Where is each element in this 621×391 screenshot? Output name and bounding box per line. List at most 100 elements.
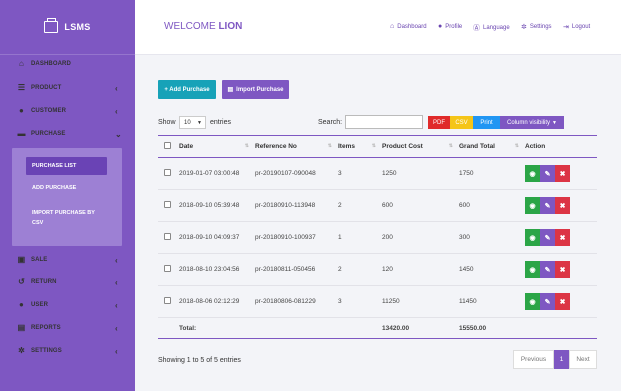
- sidebar-item-user[interactable]: ● USER ‹: [0, 295, 135, 315]
- delete-button[interactable]: ✖: [555, 197, 570, 214]
- view-button[interactable]: ◉: [525, 229, 540, 246]
- add-purchase-button[interactable]: + Add Purchase: [158, 80, 216, 99]
- sort-icon: ⇅: [514, 143, 519, 149]
- eye-icon: ◉: [529, 298, 536, 306]
- edit-icon: ✎: [544, 298, 551, 306]
- submenu-item-purchase-list[interactable]: PURCHASE LIST: [26, 157, 107, 175]
- sidebar-item-label: DASHBOARD: [31, 61, 71, 67]
- view-button[interactable]: ◉: [525, 165, 540, 182]
- submenu-item-add-purchase[interactable]: ADD PURCHASE: [26, 181, 119, 195]
- table-row: 2018-09-10 04:09:37 pr-20180910-100937 1…: [158, 221, 597, 254]
- cell-reference: pr-20180811-050456: [255, 253, 338, 286]
- chevron-left-icon: ‹: [115, 346, 118, 356]
- cell-product-cost: 600: [382, 189, 459, 222]
- cell-reference: pr-20180806-081229: [255, 285, 338, 318]
- column-label: Date: [179, 143, 194, 150]
- edit-button[interactable]: ✎: [540, 261, 555, 278]
- select-all-checkbox-cell[interactable]: [158, 135, 179, 158]
- row-checkbox-cell[interactable]: [158, 189, 179, 222]
- caret-down-icon: ▼: [197, 119, 202, 126]
- table-row: 2019-01-07 03:00:48 pr-20190107-090048 3…: [158, 157, 597, 190]
- submenu-item-import-purchase-csv[interactable]: IMPORT PURCHASE BY CSV: [26, 205, 119, 231]
- footer-empty-cell: [525, 317, 597, 339]
- column-header-grand-total[interactable]: Grand Total ⇅: [459, 135, 525, 158]
- topnav-logout[interactable]: ⇥ Logout: [563, 23, 590, 31]
- delete-button[interactable]: ✖: [555, 229, 570, 246]
- select-all-checkbox[interactable]: [164, 142, 171, 149]
- view-button[interactable]: ◉: [525, 293, 540, 310]
- entries-select[interactable]: 10 ▼: [179, 116, 206, 129]
- import-purchase-button[interactable]: ▤ Import Purchase: [222, 80, 289, 99]
- sidebar-item-settings[interactable]: ✲ SETTINGS ‹: [0, 341, 135, 361]
- sidebar-item-reports[interactable]: ▤ REPORTS ‹: [0, 318, 135, 338]
- edit-icon: ✎: [544, 170, 551, 178]
- column-label: Action: [525, 143, 546, 150]
- row-checkbox-cell[interactable]: [158, 221, 179, 254]
- delete-button[interactable]: ✖: [555, 261, 570, 278]
- brand[interactable]: LSMS: [0, 0, 135, 55]
- row-checkbox[interactable]: [164, 265, 171, 272]
- sidebar-item-dashboard[interactable]: ⌂ DASHBOARD: [0, 54, 135, 74]
- cell-date: 2018-08-06 02:12:29: [179, 285, 255, 318]
- csv-export-button[interactable]: CSV: [450, 116, 473, 129]
- column-header-product-cost[interactable]: Product Cost ⇅: [382, 135, 459, 158]
- search-input[interactable]: [345, 115, 423, 129]
- sidebar-item-label: RETURN: [31, 279, 57, 285]
- row-checkbox[interactable]: [164, 169, 171, 176]
- edit-button[interactable]: ✎: [540, 165, 555, 182]
- cell-items: 2: [338, 253, 382, 286]
- cell-actions: ◉ ✎ ✖: [525, 221, 597, 254]
- sidebar-item-product[interactable]: ☰ PRODUCT ‹: [0, 78, 135, 98]
- view-button[interactable]: ◉: [525, 261, 540, 278]
- sort-icon: ⇅: [371, 143, 376, 149]
- footer-total-label: Total:: [179, 317, 255, 339]
- close-icon: ✖: [559, 266, 566, 274]
- row-checkbox[interactable]: [164, 297, 171, 304]
- chevron-down-icon: ⌄: [115, 129, 122, 139]
- language-icon: Ⓐ: [473, 25, 480, 32]
- delete-button[interactable]: ✖: [555, 293, 570, 310]
- chevron-left-icon: ‹: [115, 106, 118, 116]
- delete-button[interactable]: ✖: [555, 165, 570, 182]
- welcome-prefix: WELCOME: [164, 21, 216, 32]
- dashboard-icon: ⌂: [19, 59, 24, 68]
- topnav-language[interactable]: Ⓐ Language: [473, 23, 510, 33]
- column-header-date[interactable]: Date ⇅: [179, 135, 255, 158]
- column-visibility-button[interactable]: Column visibility ▼: [500, 116, 564, 129]
- topnav-dashboard[interactable]: ⌂ Dashboard: [390, 23, 427, 30]
- entries-value: 10: [184, 119, 191, 126]
- row-checkbox-cell[interactable]: [158, 157, 179, 190]
- edit-button[interactable]: ✎: [540, 197, 555, 214]
- submenu-label: CSV: [32, 220, 44, 226]
- topnav-settings[interactable]: ✲ Settings: [521, 23, 552, 31]
- topnav-label: Logout: [571, 24, 591, 30]
- row-checkbox[interactable]: [164, 201, 171, 208]
- eye-icon: ◉: [529, 234, 536, 242]
- edit-button[interactable]: ✎: [540, 293, 555, 310]
- brand-name: LSMS: [64, 22, 91, 32]
- row-checkbox-cell[interactable]: [158, 253, 179, 286]
- pdf-export-button[interactable]: PDF: [428, 116, 450, 129]
- sidebar-item-sale[interactable]: ▣ SALE ‹: [0, 250, 135, 270]
- pagination-page-1[interactable]: 1: [554, 350, 569, 369]
- sidebar-item-label: CUSTOMER: [31, 108, 67, 114]
- row-checkbox[interactable]: [164, 233, 171, 240]
- sidebar-item-purchase[interactable]: ▬ PURCHASE ⌄: [0, 124, 135, 144]
- sidebar-item-customer[interactable]: ● CUSTOMER ‹: [0, 101, 135, 121]
- view-button[interactable]: ◉: [525, 197, 540, 214]
- pagination-previous[interactable]: Previous: [513, 350, 554, 369]
- column-header-items[interactable]: Items ⇅: [338, 135, 382, 158]
- table-footer-row: Total: 13420.00 15550.00: [158, 317, 597, 339]
- cell-reference: pr-20180910-100937: [255, 221, 338, 254]
- pagination-next[interactable]: Next: [569, 350, 597, 369]
- print-button[interactable]: Print: [473, 116, 500, 129]
- column-header-reference[interactable]: Reference No ⇅: [255, 135, 338, 158]
- column-label: Items: [338, 143, 355, 150]
- purchase-table: Date ⇅ Reference No ⇅ Items ⇅ Product Cost ⇅…: [158, 135, 597, 339]
- cell-date: 2018-09-10 04:09:37: [179, 221, 255, 254]
- sidebar-item-return[interactable]: ↺ RETURN ‹: [0, 272, 135, 292]
- row-checkbox-cell[interactable]: [158, 285, 179, 318]
- chevron-left-icon: ‹: [115, 83, 118, 93]
- topnav-profile[interactable]: ● Profile: [438, 23, 462, 30]
- edit-button[interactable]: ✎: [540, 229, 555, 246]
